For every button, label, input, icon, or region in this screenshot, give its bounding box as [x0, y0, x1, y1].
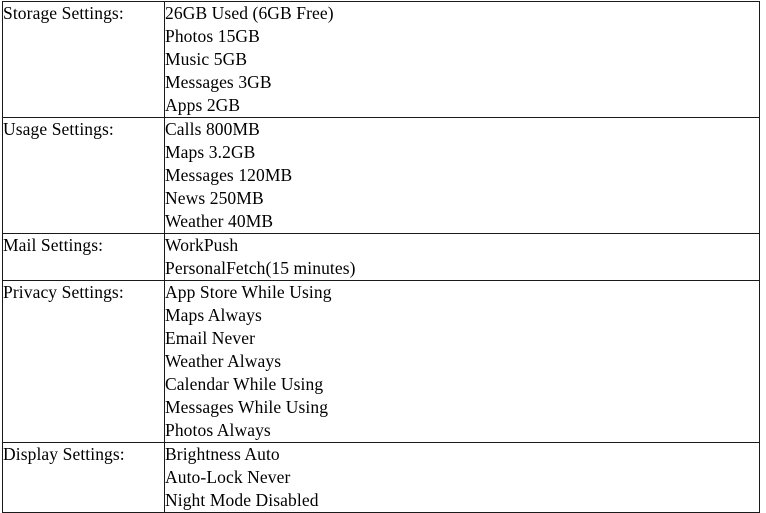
row-label-cell: Storage Settings:	[2, 1, 165, 118]
list-item: PersonalFetch(15 minutes)	[165, 258, 356, 278]
list-item: Email Never	[165, 328, 256, 348]
table-row: Privacy Settings: App Store While Using …	[2, 280, 760, 443]
row-label: Mail Settings:	[3, 235, 104, 255]
settings-table-wrapper: Storage Settings: 26GB Used (6GB Free) P…	[2, 1, 760, 513]
list-item: Weather Always	[165, 351, 282, 371]
list-item: Calendar While Using	[165, 374, 324, 394]
list-item: Messages While Using	[165, 397, 329, 417]
list-item: Messages 120MB	[165, 165, 293, 185]
list-item: Apps 2GB	[165, 95, 241, 115]
list-item: Weather 40MB	[165, 211, 274, 231]
list-item: Maps 3.2GB	[165, 142, 256, 162]
list-item: Photos Always	[165, 420, 271, 440]
table-row: Storage Settings: 26GB Used (6GB Free) P…	[2, 1, 760, 118]
list-item: Night Mode Disabled	[165, 490, 319, 510]
list-item: Auto-Lock Never	[165, 467, 291, 487]
list-item: Calls 800MB	[165, 119, 260, 139]
value-list: WorkPush PersonalFetch(15 minutes)	[165, 234, 759, 280]
row-value-cell: App Store While Using Maps Always Email …	[164, 280, 760, 443]
value-list: Calls 800MB Maps 3.2GB Messages 120MB Ne…	[165, 118, 759, 233]
row-label-cell: Usage Settings:	[2, 117, 165, 234]
row-value-cell: Brightness Auto Auto-Lock Never Night Mo…	[164, 442, 760, 513]
row-value-cell: Calls 800MB Maps 3.2GB Messages 120MB Ne…	[164, 117, 760, 234]
list-item: App Store While Using	[165, 282, 332, 302]
row-label-cell: Mail Settings:	[2, 233, 165, 281]
row-value-cell: WorkPush PersonalFetch(15 minutes)	[164, 233, 760, 281]
settings-table-body: Storage Settings: 26GB Used (6GB Free) P…	[2, 1, 760, 513]
value-list: 26GB Used (6GB Free) Photos 15GB Music 5…	[165, 2, 759, 117]
list-item: Music 5GB	[165, 49, 248, 69]
row-label: Privacy Settings:	[3, 282, 124, 302]
table-row: Usage Settings: Calls 800MB Maps 3.2GB M…	[2, 117, 760, 234]
row-label: Display Settings:	[3, 444, 125, 464]
list-item: Brightness Auto	[165, 444, 280, 464]
settings-table: Storage Settings: 26GB Used (6GB Free) P…	[2, 1, 760, 513]
value-list: Brightness Auto Auto-Lock Never Night Mo…	[165, 443, 759, 512]
row-value-cell: 26GB Used (6GB Free) Photos 15GB Music 5…	[164, 1, 760, 118]
table-row: Mail Settings: WorkPush PersonalFetch(15…	[2, 233, 760, 281]
row-label: Storage Settings:	[3, 3, 124, 23]
row-label: Usage Settings:	[3, 119, 114, 139]
list-item: Messages 3GB	[165, 72, 272, 92]
list-item: Photos 15GB	[165, 26, 260, 46]
list-item: Maps Always	[165, 305, 262, 325]
list-item: WorkPush	[165, 235, 239, 255]
value-list: App Store While Using Maps Always Email …	[165, 281, 759, 442]
list-item: 26GB Used (6GB Free)	[165, 3, 334, 23]
row-label-cell: Privacy Settings:	[2, 280, 165, 443]
table-row: Display Settings: Brightness Auto Auto-L…	[2, 442, 760, 513]
list-item: News 250MB	[165, 188, 264, 208]
row-label-cell: Display Settings:	[2, 442, 165, 513]
